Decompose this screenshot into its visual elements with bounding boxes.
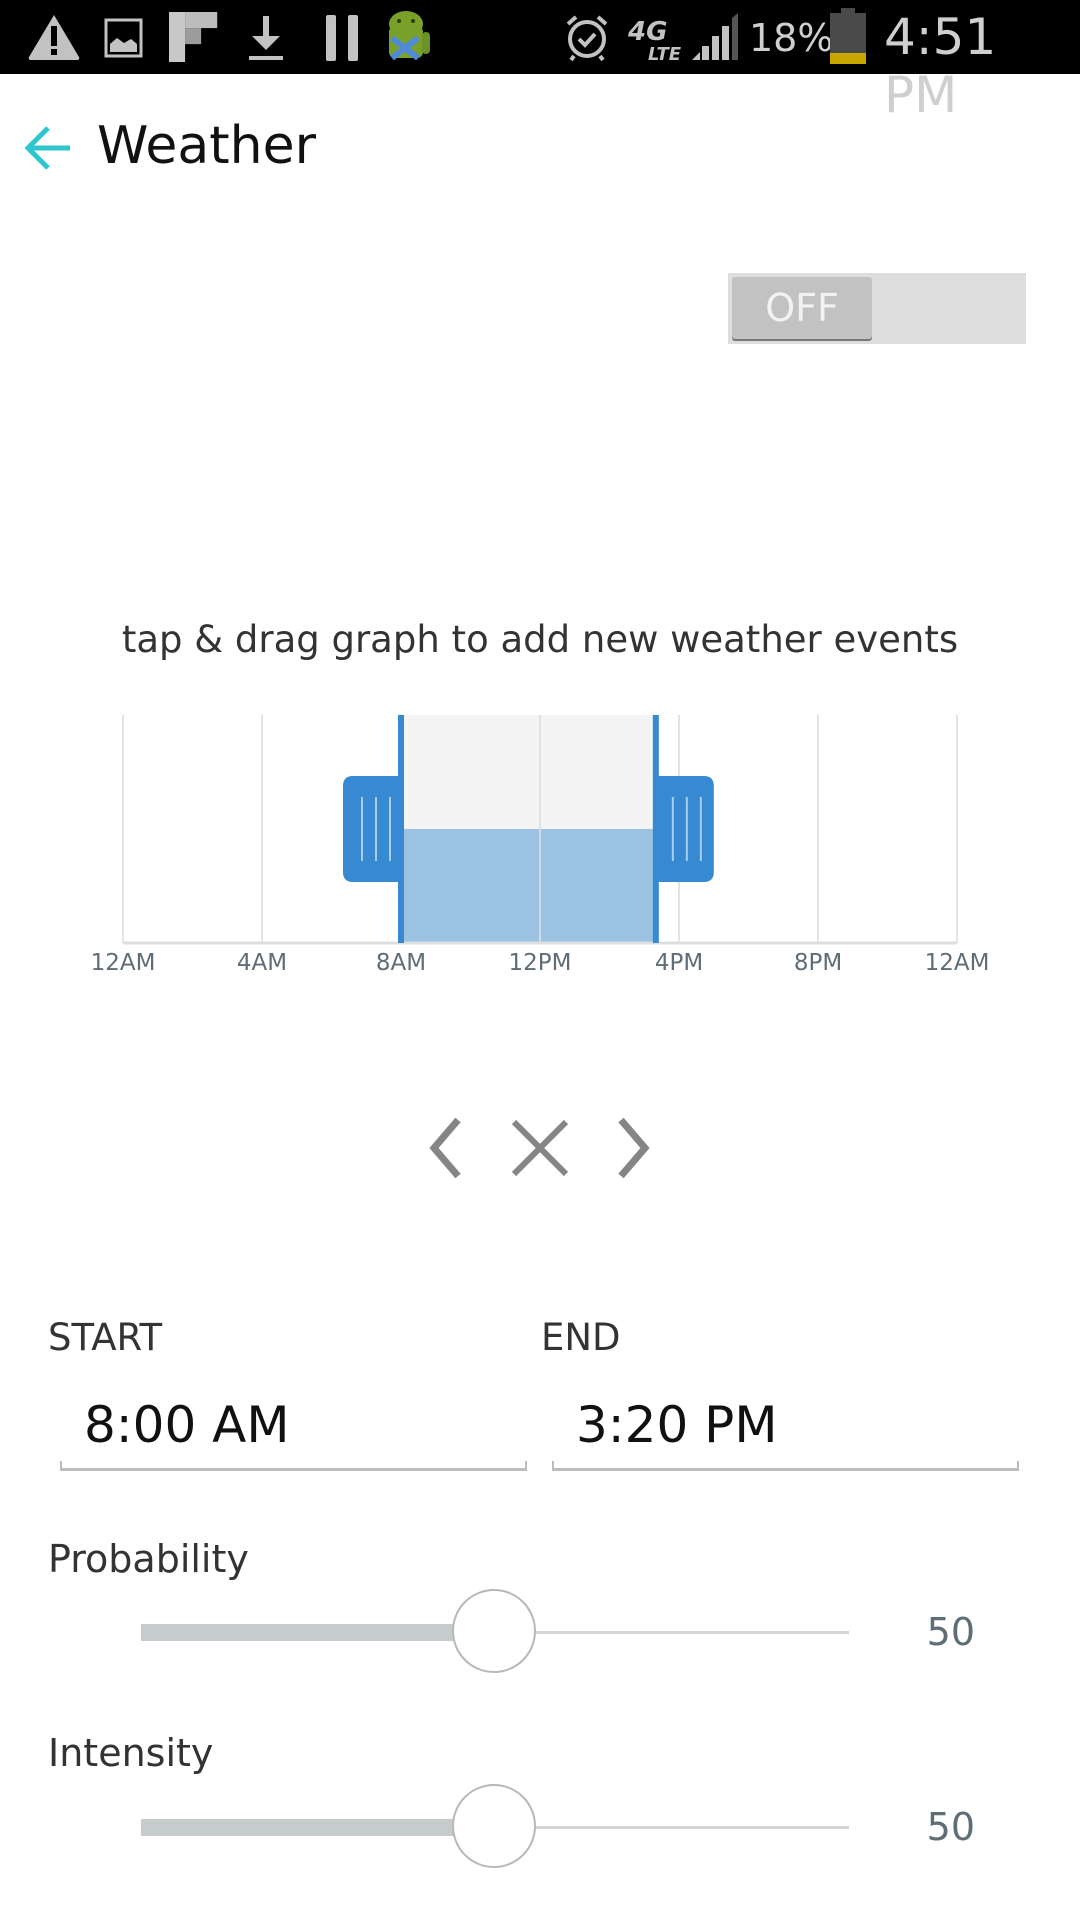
x-tick-label: 4AM <box>236 950 288 976</box>
intensity-slider[interactable] <box>141 1782 849 1872</box>
graph-hint: tap & drag graph to add new weather even… <box>121 618 959 661</box>
page-title: Weather <box>97 116 316 176</box>
signal-icon <box>692 13 738 60</box>
delete-event-button[interactable] <box>500 1108 580 1188</box>
end-time-field[interactable]: 3:20 PM <box>552 1390 1019 1471</box>
x-tick-label: 4PM <box>654 950 704 976</box>
chevron-right-icon <box>618 1117 650 1179</box>
weather-toggle[interactable]: OFF <box>728 273 1026 344</box>
start-drag-handle[interactable] <box>343 776 401 882</box>
selection-start-edge <box>398 715 404 943</box>
next-event-button[interactable] <box>595 1108 675 1188</box>
chevron-left-icon <box>429 1117 461 1179</box>
android-debug-icon <box>389 11 430 61</box>
slider-fill <box>141 1819 495 1836</box>
alarm-icon <box>566 15 608 62</box>
end-time-value[interactable]: 3:20 PM <box>576 1396 777 1454</box>
event-background <box>401 715 656 943</box>
clock: 4:51 PM <box>884 8 997 124</box>
slider-fill <box>141 1624 495 1641</box>
4g-lte-icon: 4G LTE <box>628 17 682 62</box>
x-tick-label: 8AM <box>375 950 427 976</box>
status-bar: 4G LTE 18% 4:51 PM <box>0 0 1080 124</box>
start-label: START <box>48 1316 163 1359</box>
intensity-value: 50 <box>926 1805 975 1849</box>
x-tick-label: 8PM <box>793 950 843 976</box>
back-button[interactable] <box>24 124 76 172</box>
slider-thumb[interactable] <box>452 1589 536 1673</box>
end-drag-handle[interactable] <box>655 776 714 882</box>
selection-end-edge <box>652 715 659 943</box>
x-tick-label: 12AM <box>90 950 156 976</box>
end-label: END <box>541 1316 621 1359</box>
intensity-label: Intensity <box>48 1731 214 1775</box>
event-level-fill <box>401 829 656 943</box>
image-icon <box>104 18 143 58</box>
svg-text:LTE: LTE <box>648 44 682 62</box>
battery-icon <box>830 8 866 64</box>
battery-percent: 18% <box>749 16 834 60</box>
flipboard-icon <box>169 12 218 62</box>
probability-slider[interactable] <box>141 1587 849 1677</box>
x-tick-label: 12PM <box>508 950 572 976</box>
close-icon <box>511 1119 569 1177</box>
svg-text:4G: 4G <box>628 17 667 47</box>
warning-icon <box>28 15 80 60</box>
probability-label: Probability <box>48 1537 249 1581</box>
start-time-value[interactable]: 8:00 AM <box>84 1396 290 1454</box>
arrow-left-icon <box>24 126 70 170</box>
slider-thumb[interactable] <box>452 1784 536 1868</box>
download-icon <box>249 16 283 60</box>
pause-icon <box>326 15 358 61</box>
x-tick-label: 12AM <box>924 950 990 976</box>
previous-event-button[interactable] <box>404 1108 484 1188</box>
toggle-thumb[interactable]: OFF <box>732 277 872 339</box>
probability-value: 50 <box>926 1610 975 1654</box>
start-time-field[interactable]: 8:00 AM <box>60 1390 527 1471</box>
